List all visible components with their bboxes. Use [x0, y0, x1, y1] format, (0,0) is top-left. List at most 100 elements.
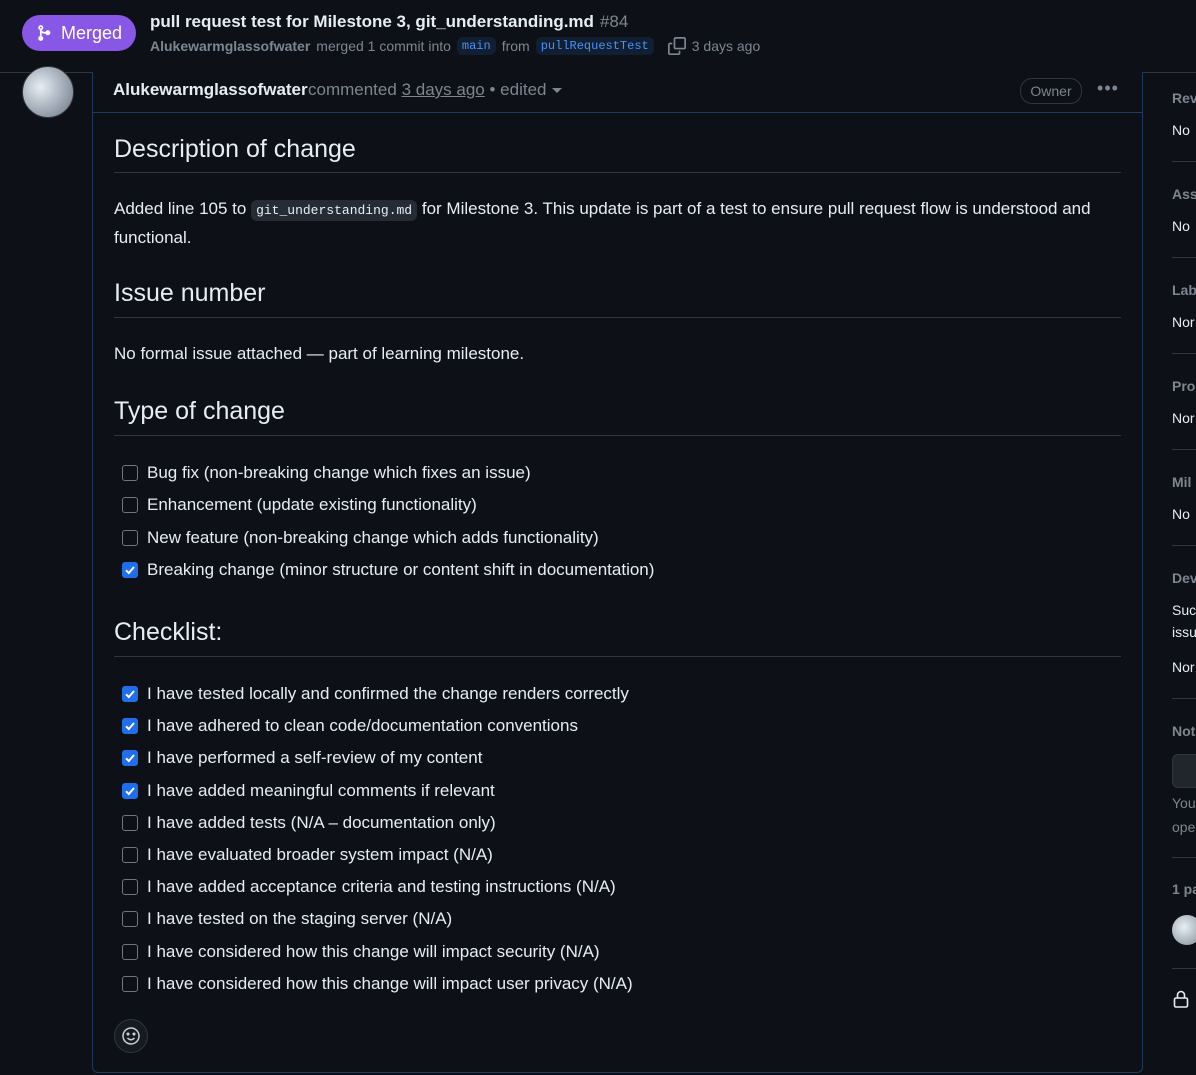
checkbox-unchecked[interactable] — [122, 497, 138, 514]
task-label: I have performed a self-review of my con… — [147, 748, 483, 768]
add-reaction-button[interactable] — [114, 1019, 148, 1053]
task-list-item: I have considered how this change will i… — [122, 972, 633, 996]
merge-time: 3 days ago — [691, 38, 761, 54]
comment-author-link[interactable]: Alukewarmglassofwater — [113, 80, 308, 100]
sidebar-labels-value: Nor — [1172, 314, 1195, 330]
heading-divider — [114, 317, 1121, 318]
comment-time-link[interactable]: 3 days ago — [402, 80, 485, 99]
task-list-item: I have added meaningful comments if rele… — [122, 779, 495, 803]
task-label: Breaking change (minor structure or cont… — [147, 560, 655, 580]
checkbox-unchecked[interactable] — [122, 911, 138, 928]
checkbox-unchecked[interactable] — [122, 847, 138, 863]
sidebar-development-line1: Suc — [1172, 602, 1196, 618]
owner-role-badge: Owner — [1020, 78, 1082, 104]
task-list-item: Enhancement (update existing functionali… — [122, 493, 477, 517]
sidebar-reviewers-value: No — [1172, 122, 1190, 138]
copy-icon[interactable] — [667, 37, 686, 55]
checkbox-unchecked[interactable] — [122, 879, 138, 896]
task-list-item: I have evaluated broader system impact (… — [122, 843, 493, 867]
edited-label: • edited — [489, 80, 547, 99]
sidebar-participants-heading: 1 pa — [1172, 881, 1196, 897]
checkbox-unchecked[interactable] — [122, 814, 138, 831]
task-label: Bug fix (non-breaking change which fixes… — [147, 463, 531, 482]
pr-merge-summary: Alukewarmglassofwater merged 1 commit in… — [150, 37, 760, 55]
head-branch-link[interactable]: pullRequestTest — [535, 37, 654, 55]
checkbox-unchecked[interactable] — [122, 975, 138, 992]
description-text-before: Added line 105 to — [114, 199, 247, 218]
task-label: I have added acceptance criteria and tes… — [147, 877, 616, 897]
sidebar-development-line2: issu — [1172, 624, 1196, 640]
inline-code-filename: git_understanding.md — [251, 200, 418, 221]
task-label: I have evaluated broader system impact (… — [147, 845, 493, 864]
sidebar-divider — [1172, 257, 1196, 258]
sidebar-development-value: Nor — [1172, 659, 1195, 675]
edited-menu[interactable]: • edited — [489, 80, 563, 99]
task-label: I have added meaningful comments if rele… — [147, 780, 495, 800]
task-label: I have adhered to clean code/documentati… — [147, 716, 578, 736]
pr-author-link[interactable]: Alukewarmglassofwater — [150, 38, 310, 54]
sidebar-divider — [1172, 968, 1196, 969]
section-heading-issue: Issue number — [114, 279, 266, 307]
checkbox-unchecked[interactable] — [122, 529, 138, 546]
comment-header: Alukewarmglassofwater commented 3 days a… — [93, 72, 1142, 113]
checkbox-unchecked[interactable] — [122, 943, 138, 960]
pr-title: pull request test for Milestone 3, git_u… — [150, 12, 628, 32]
check-icon — [125, 722, 135, 731]
merge-text: merged 1 commit into — [316, 38, 451, 54]
participant-avatar[interactable] — [1172, 915, 1196, 945]
checkbox-checked[interactable] — [122, 562, 138, 579]
task-label: Enhancement (update existing functionali… — [147, 495, 477, 515]
description-paragraph: Added line 105 to git_understanding.md f… — [114, 195, 1114, 251]
smiley-icon — [122, 1027, 140, 1045]
task-list-item: I have tested on the staging server (N/A… — [122, 907, 452, 931]
check-icon — [125, 566, 135, 575]
sidebar-projects-heading[interactable]: Pro — [1172, 378, 1195, 394]
sidebar-labels-heading[interactable]: Lab — [1172, 282, 1196, 298]
section-heading-checklist: Checklist: — [114, 618, 223, 646]
sidebar-divider — [1172, 698, 1196, 699]
comment-author-avatar[interactable] — [22, 66, 74, 118]
pr-sidebar: Rev No Ass No Lab Nor Pro Nor Mil No Dev… — [1172, 72, 1196, 1075]
checkbox-checked[interactable] — [122, 718, 138, 735]
pr-sticky-header: Merged pull request test for Milestone 3… — [0, 0, 1196, 73]
sidebar-development-heading[interactable]: Dev — [1172, 570, 1196, 586]
sidebar-divider — [1172, 161, 1196, 162]
comment-action: commented 3 days ago • edited — [308, 80, 563, 100]
sidebar-assignees-heading[interactable]: Ass — [1172, 186, 1196, 202]
lock-icon[interactable] — [1173, 990, 1189, 1008]
task-label: I have added tests (N/A – documentation … — [147, 812, 496, 832]
comment-more-options-button[interactable]: ••• — [1096, 78, 1120, 102]
git-merge-icon — [38, 25, 51, 41]
section-heading-description: Description of change — [114, 135, 356, 163]
sidebar-milestone-value: No — [1172, 506, 1190, 522]
checkbox-checked[interactable] — [122, 782, 138, 799]
task-label: New feature (non-breaking change which a… — [147, 527, 599, 547]
sidebar-assignees-value: No — [1172, 218, 1190, 234]
sidebar-milestone-heading[interactable]: Mil — [1172, 474, 1191, 490]
check-icon — [125, 754, 135, 763]
merged-status-label: Merged — [60, 22, 123, 43]
task-list-item: I have performed a self-review of my con… — [122, 746, 482, 770]
task-label: I have considered how this change will i… — [147, 941, 600, 961]
checkbox-unchecked[interactable] — [122, 465, 138, 481]
task-list-item: I have tested locally and confirmed the … — [122, 682, 629, 706]
sidebar-notifications-line2: ope — [1172, 819, 1196, 835]
base-branch-link[interactable]: main — [456, 37, 496, 55]
checkbox-checked[interactable] — [122, 750, 138, 767]
sidebar-notifications-heading: Not — [1172, 723, 1196, 739]
check-icon — [125, 690, 135, 699]
task-list-item: I have added tests (N/A – documentation … — [122, 811, 496, 835]
from-text: from — [501, 38, 530, 54]
pr-description-comment: Alukewarmglassofwater commented 3 days a… — [92, 72, 1143, 1073]
checkbox-checked[interactable] — [122, 686, 138, 702]
pr-title-text: pull request test for Milestone 3, git_u… — [150, 12, 594, 31]
check-icon — [125, 786, 135, 796]
notifications-subscribe-button[interactable] — [1172, 754, 1196, 788]
sidebar-divider — [1172, 545, 1196, 546]
heading-divider — [114, 172, 1121, 173]
task-list-item: I have adhered to clean code/documentati… — [122, 714, 578, 738]
merged-status-badge: Merged — [22, 15, 136, 51]
task-label: I have tested locally and confirmed the … — [147, 684, 629, 703]
pr-number: #84 — [599, 12, 629, 31]
sidebar-reviewers-heading[interactable]: Rev — [1172, 90, 1196, 106]
